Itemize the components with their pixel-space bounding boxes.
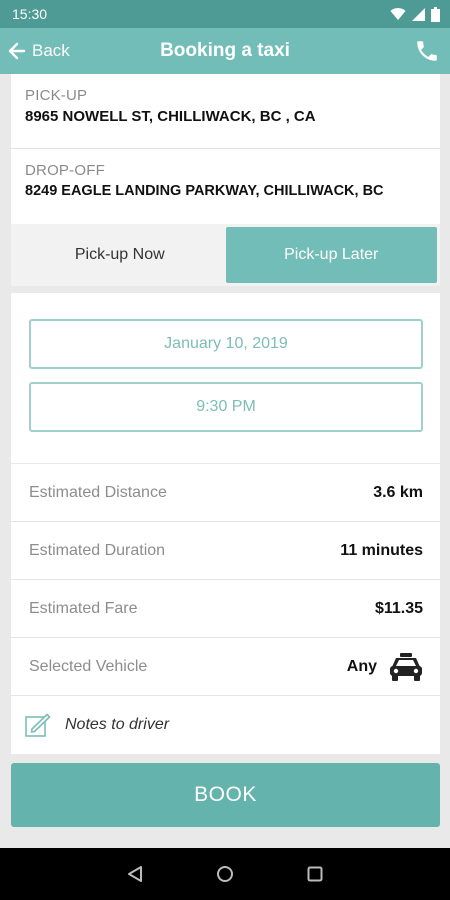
schedule-panel: January 10, 2019 9:30 PM	[11, 293, 440, 463]
status-icons	[390, 6, 440, 22]
nav-back-icon[interactable]	[126, 865, 144, 883]
status-bar: 15:30	[0, 0, 450, 28]
time-field[interactable]: 9:30 PM	[29, 382, 423, 432]
notes-row[interactable]: Notes to driver	[11, 696, 440, 754]
taxi-icon	[390, 652, 422, 681]
dropoff-address: 8249 EAGLE LANDING PARKWAY, CHILLIWACK, …	[25, 183, 384, 199]
pickup-timing-toggle: Pick-up Now Pick-up Later	[11, 224, 440, 286]
duration-value: 11 minutes	[340, 541, 423, 559]
system-nav-bar	[0, 848, 450, 900]
fare-label: Estimated Fare	[29, 599, 138, 617]
nav-recents-icon[interactable]	[306, 865, 324, 883]
pickup-block[interactable]: PICK-UP 8965 NOWELL ST, CHILLIWACK, BC ,…	[11, 74, 440, 149]
battery-icon	[431, 6, 440, 22]
notes-label: Notes to driver	[65, 716, 170, 733]
wifi-icon	[390, 8, 406, 20]
distance-row: Estimated Distance 3.6 km	[11, 464, 440, 522]
date-field[interactable]: January 10, 2019	[29, 319, 423, 369]
dropoff-label: DROP-OFF	[25, 162, 105, 179]
page-title: Booking a taxi	[160, 40, 290, 61]
pickup-address: 8965 NOWELL ST, CHILLIWACK, BC , CA	[25, 108, 316, 125]
cellular-icon	[412, 7, 425, 21]
edit-note-icon	[25, 713, 51, 737]
vehicle-label: Selected Vehicle	[29, 657, 148, 675]
phone-icon[interactable]	[414, 38, 440, 64]
fare-value: $11.35	[374, 599, 423, 617]
duration-label: Estimated Duration	[29, 541, 166, 559]
pickup-label: PICK-UP	[25, 87, 88, 104]
vehicle-selector[interactable]: Any	[347, 652, 423, 682]
vehicle-value: Any	[346, 657, 377, 675]
duration-row: Estimated Duration 11 minutes	[11, 522, 440, 580]
distance-label: Estimated Distance	[29, 483, 167, 501]
pickup-now-button[interactable]: Pick-up Now	[14, 227, 226, 283]
dropoff-block[interactable]: DROP-OFF 8249 EAGLE LANDING PARKWAY, CHI…	[11, 149, 440, 224]
distance-value: 3.6 km	[373, 483, 423, 501]
pickup-later-button[interactable]: Pick-up Later	[225, 227, 437, 283]
book-button[interactable]: BOOK	[11, 763, 440, 827]
address-card: PICK-UP 8965 NOWELL ST, CHILLIWACK, BC ,…	[11, 74, 440, 224]
app-bar: Back Booking a taxi	[0, 28, 450, 74]
fare-row: Estimated Fare $11.35	[11, 580, 440, 638]
nav-home-icon[interactable]	[216, 865, 234, 883]
vehicle-row[interactable]: Selected Vehicle Any	[11, 638, 440, 696]
trip-info: Estimated Distance 3.6 km Estimated Dura…	[11, 464, 440, 754]
status-time: 15:30	[12, 6, 48, 22]
